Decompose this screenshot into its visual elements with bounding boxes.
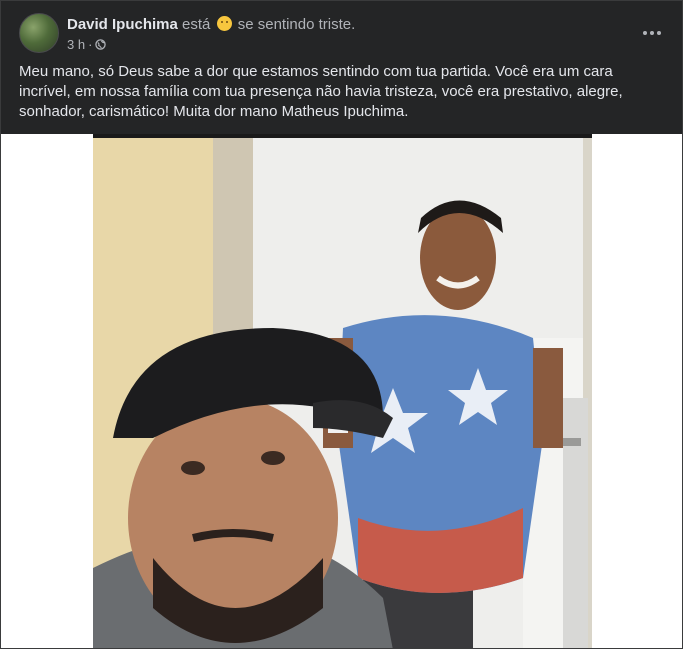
- author-name[interactable]: David Ipuchima: [67, 16, 178, 33]
- feeling-text[interactable]: se sentindo triste.: [238, 16, 356, 33]
- post-meta: 3 h ·: [67, 37, 107, 52]
- post-photo-container: [1, 134, 682, 648]
- meta-separator: ·: [88, 37, 93, 52]
- author-avatar[interactable]: [19, 13, 59, 53]
- feeling-prefix: está: [182, 16, 211, 33]
- post-photo[interactable]: [93, 134, 592, 648]
- post-timestamp[interactable]: 3 h: [67, 37, 85, 52]
- globe-icon: [95, 39, 107, 50]
- facebook-post: David Ipuchima está se sentindo triste. …: [0, 0, 683, 649]
- sad-face-emoji-icon: [216, 16, 232, 31]
- more-options-button[interactable]: [640, 21, 664, 45]
- post-text: Meu mano, só Deus sabe a dor que estamos…: [19, 63, 623, 120]
- author-line: David Ipuchima está se sentindo triste.: [67, 16, 355, 33]
- more-horizontal-icon: [643, 31, 647, 35]
- photo-illustration: [93, 138, 592, 648]
- post-header: David Ipuchima está se sentindo triste. …: [19, 13, 670, 55]
